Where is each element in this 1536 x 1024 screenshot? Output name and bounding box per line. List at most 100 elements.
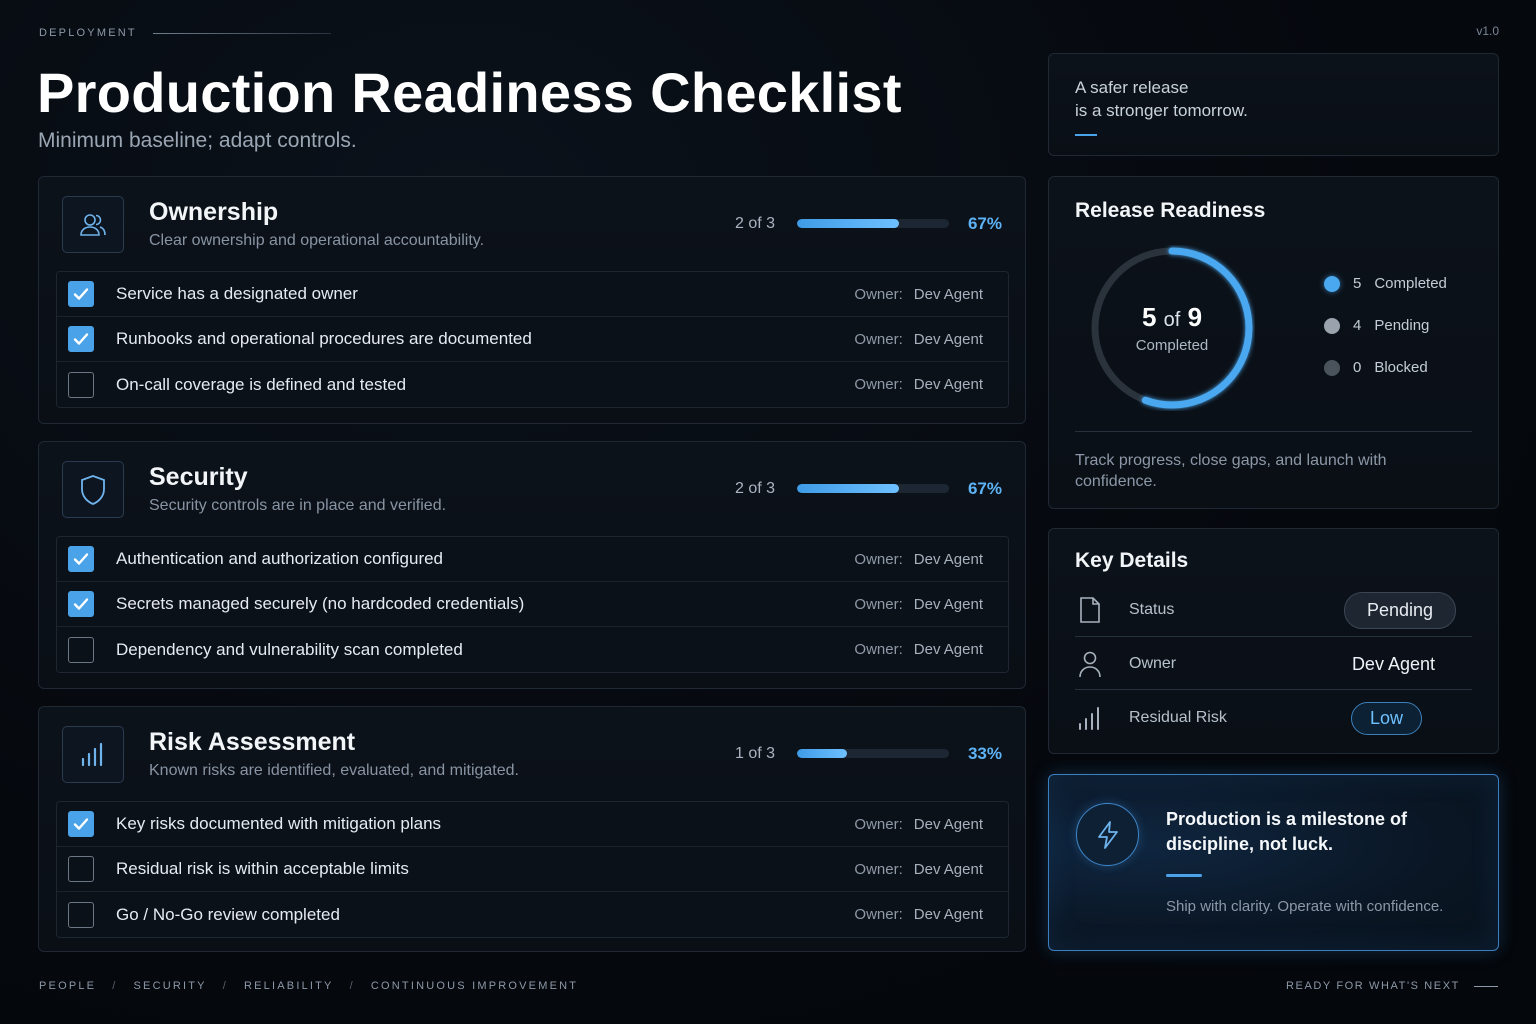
item-label: On-call coverage is defined and tested [116,374,407,394]
checklist-item: Runbooks and operational procedures are … [57,317,1008,362]
owner-label: Owner: [854,595,903,613]
item-owner: Owner: Dev Agent [854,861,983,878]
legend-label: Blocked [1374,359,1428,376]
progress-fill [797,219,899,228]
section-progress-bar [797,484,949,493]
checkbox[interactable] [68,811,94,837]
owner-value: Dev Agent [913,376,983,393]
detail-row-owner: Owner Dev Agent [1075,638,1472,690]
footer-tag: PEOPLE [39,980,97,992]
owner-label: Owner: [854,285,903,303]
legend-item-pending: 4 Pending [1324,315,1447,336]
checkmark-icon [73,288,89,300]
checkbox[interactable] [68,901,94,928]
ring-of: of [1163,309,1181,331]
item-label: Service has a designated owner [116,284,358,303]
quote-card: A safer release is a stronger tomorrow. [1048,53,1499,156]
checkbox[interactable] [68,281,94,307]
footer-tag: SECURITY [133,980,207,992]
milestone-accent-rule [1166,874,1202,877]
checkbox[interactable] [68,856,94,882]
key-details-card: Key Details Status Pending Owner Dev Age… [1048,528,1499,754]
page-subtitle: Minimum baseline; adapt controls. [38,129,357,152]
milestone-title: Production is a milestone of discipline,… [1166,809,1408,854]
checklist-item: On-call coverage is defined and tested Ow… [57,362,1008,407]
owner-label: Owner [1129,655,1177,672]
section-security: Security Security controls are in place … [38,441,1026,689]
quote-line-2: is a stronger tomorrow. [1075,101,1248,120]
section-ownership: Ownership Clear ownership and operationa… [38,176,1026,424]
item-owner: Owner: Dev Agent [854,331,983,348]
progress-fill [797,484,899,493]
status-label: Status [1129,601,1175,618]
section-description: Known risks are identified, evaluated, a… [149,762,519,779]
checkbox[interactable] [68,326,94,352]
ring-count: 5 of 9 [1142,302,1202,333]
milestone-card: Production is a milestone of discipline,… [1048,774,1499,951]
quote-line-1: A safer release [1075,78,1189,97]
detail-row-status: Status Pending [1075,584,1472,636]
footer-tagline-text: READY FOR WHAT'S NEXT [1285,980,1460,992]
footer-tag: CONTINUOUS IMPROVEMENT [370,980,579,992]
milestone-subtitle: Ship with clarity. Operate with confiden… [1166,898,1444,915]
checkbox[interactable] [68,546,94,572]
owner-value: Dev Agent [913,285,983,303]
section-percent: 67% [967,479,1002,498]
card-title: Release Readiness [1075,199,1266,222]
item-label: Key risks documented with mitigation pla… [116,814,442,833]
lightning-icon [1076,803,1139,866]
checkbox[interactable] [68,636,94,663]
legend-item-blocked: 0 Blocked [1324,357,1447,378]
legend-label: Completed [1374,275,1447,292]
owner-label: Owner: [854,815,903,833]
section-risk-assessment: Risk Assessment Known risks are identifi… [38,706,1026,952]
item-owner: Owner: Dev Agent [854,906,983,923]
owner-label: Owner: [854,330,903,348]
legend-item-completed: 5 Completed [1324,273,1447,294]
checkmark-icon [73,818,89,830]
owner-label: Owner: [854,860,903,878]
legend-count: 5 [1353,275,1362,292]
owner-label: Owner: [854,641,903,658]
item-owner: Owner: Dev Agent [854,551,983,568]
owner-value: Dev Agent [913,815,983,833]
item-owner: Owner: Dev Agent [854,596,983,613]
item-label: Go / No-Go review completed [116,904,340,924]
item-label: Residual risk is within acceptable limit… [116,859,409,878]
user-icon [1075,650,1105,678]
readiness-legend: 5 Completed 4 Pending 0 Blocked [1324,273,1447,399]
legend-dot [1324,275,1340,292]
owner-value: Dev Agent [913,550,983,568]
item-label: Authentication and authorization configu… [116,549,444,568]
section-description: Security controls are in place and verif… [149,497,447,514]
checkbox[interactable] [68,591,94,617]
ring-label: Completed [1135,337,1209,354]
legend-label: Pending [1374,317,1430,334]
checklist-item: Dependency and vulnerability scan comple… [57,627,1008,672]
eyebrow: DEPLOYMENT [39,27,331,39]
risk-badge: Low [1350,701,1422,735]
release-readiness-card: Release Readiness 5 of 9 Completed 5 Comp… [1048,176,1499,509]
legend-count: 0 [1353,359,1362,376]
readiness-footer: Track progress, close gaps, and launch w… [1075,452,1387,490]
owner-value: Dev Agent [913,330,983,348]
section-count: 2 of 3 [735,480,776,497]
quote-accent-rule [1075,134,1097,136]
item-owner: Owner: Dev Agent [854,286,983,303]
section-title: Security [149,463,248,491]
checklist-item: Go / No-Go review completed Owner: Dev Age… [57,892,1008,937]
progress-fill [797,749,848,758]
legend-dot [1324,317,1340,334]
checkbox[interactable] [68,371,94,398]
status-badge: Pending [1343,591,1456,629]
section-title: Ownership [149,198,279,226]
footer-tagline: READY FOR WHAT'S NEXT [1286,980,1498,992]
detail-row-residual-risk: Residual Risk Low [1075,692,1472,744]
checkmark-icon [73,333,89,345]
eyebrow-rule [152,32,331,34]
footer-tags: PEOPLE / SECURITY / RELIABILITY / CONTINUOUS I… [39,980,578,992]
checklist-item: Key risks documented with mitigation pla… [57,802,1008,847]
section-description: Clear ownership and operational accounta… [149,232,485,249]
version-label: v1.0 [1476,24,1499,38]
residual-risk-label: Residual Risk [1129,709,1227,726]
